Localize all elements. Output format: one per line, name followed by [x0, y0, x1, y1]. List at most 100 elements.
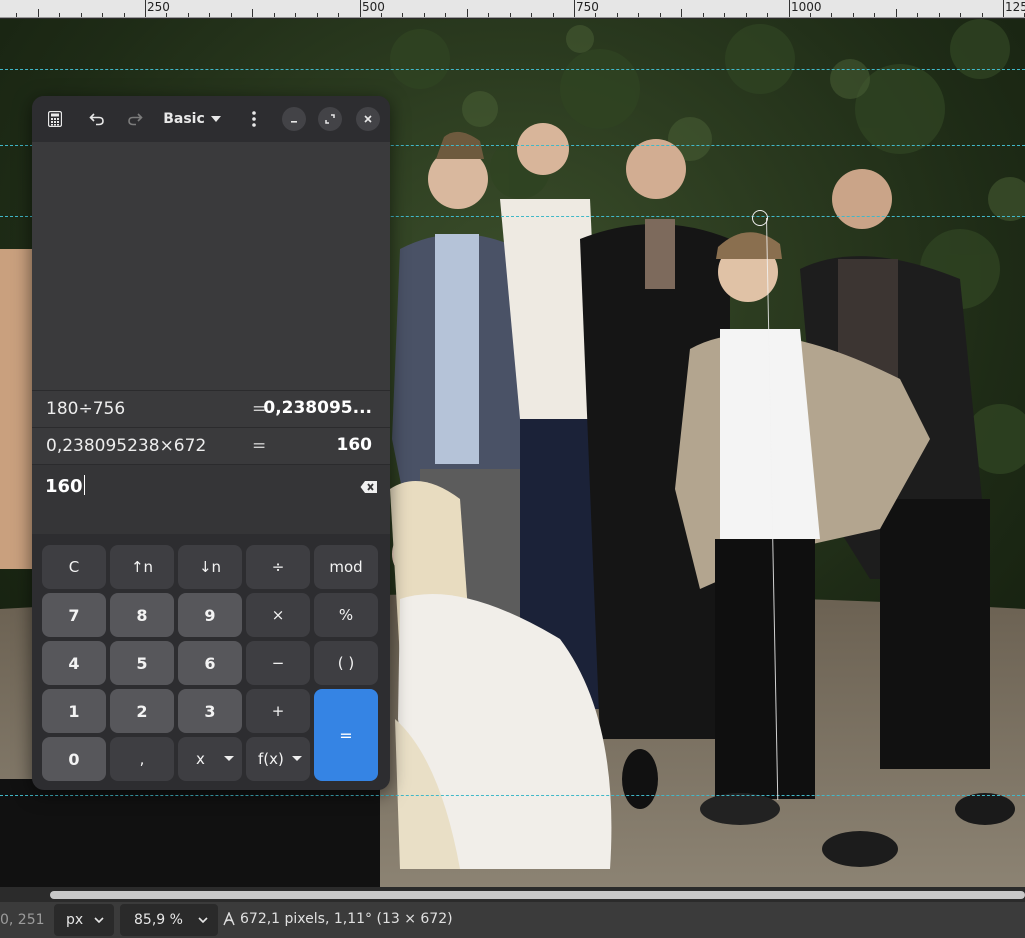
calculator-window[interactable]: Basic 180÷756 = 0,238095... 0,238095238×… [32, 96, 390, 790]
ruler-label: 750 [576, 0, 599, 14]
ruler-tick [746, 13, 747, 17]
ruler-label: 125 [1005, 0, 1025, 14]
digit-4-button[interactable]: 4 [42, 641, 106, 685]
history-result: 0,238095... [263, 398, 372, 418]
unit-selector[interactable]: px [54, 904, 114, 936]
ruler-tick [789, 0, 790, 17]
measure-icon [223, 912, 235, 926]
guide-line[interactable] [0, 69, 1025, 70]
history-expression: 0,238095238×672 [46, 436, 207, 456]
scrollbar-thumb[interactable] [50, 891, 1025, 899]
chevron-down-icon [292, 756, 302, 761]
close-icon[interactable] [356, 107, 380, 131]
ruler-label: 250 [147, 0, 170, 14]
history-equals: = [252, 436, 267, 456]
ruler-tick [574, 0, 575, 17]
digit-8-button[interactable]: 8 [110, 593, 174, 637]
digit-2-button[interactable]: 2 [110, 689, 174, 733]
redo-icon[interactable] [122, 106, 148, 132]
ruler-tick [338, 13, 339, 17]
ruler-tick [638, 13, 639, 17]
backspace-icon[interactable] [360, 479, 378, 498]
menu-icon[interactable] [244, 106, 264, 132]
maximize-icon[interactable] [318, 107, 342, 131]
ruler-tick [252, 9, 253, 17]
ruler-tick [874, 13, 875, 17]
status-bar: 0, 251 px 85,9 % 672,1 pixels, 1,11° (13… [0, 902, 1025, 938]
decimal-comma-button[interactable]: , [110, 737, 174, 781]
horizontal-ruler[interactable]: 250 500 750 1000 125 [0, 0, 1025, 18]
ruler-label: 500 [362, 0, 385, 14]
ruler-tick [467, 9, 468, 17]
history-row[interactable]: 180÷756 = 0,238095... [32, 390, 390, 427]
ruler-tick [424, 13, 425, 17]
ruler-tick [553, 13, 554, 17]
ruler-label: 1000 [791, 0, 822, 14]
ruler-tick [939, 13, 940, 17]
clear-button[interactable]: C [42, 545, 106, 589]
mode-label: Basic [163, 111, 205, 127]
ruler-tick [59, 13, 60, 17]
guide-line[interactable] [0, 795, 1025, 796]
zoom-value: 85,9 % [134, 912, 183, 928]
history-panel[interactable] [32, 142, 390, 390]
digit-5-button[interactable]: 5 [110, 641, 174, 685]
history-expression: 180÷756 [46, 399, 126, 419]
equals-button[interactable]: = [314, 689, 378, 781]
variable-label: x [196, 750, 205, 768]
digit-7-button[interactable]: 7 [42, 593, 106, 637]
zoom-selector[interactable]: 85,9 % [120, 904, 218, 936]
history-result: 160 [336, 435, 373, 455]
parentheses-button[interactable]: ( ) [314, 641, 378, 685]
horizontal-scrollbar[interactable] [0, 887, 1025, 902]
measure-handle[interactable] [752, 210, 768, 226]
variable-menu-button[interactable]: x [178, 737, 242, 781]
shift-up-button[interactable]: ↑n [110, 545, 174, 589]
ruler-tick [660, 13, 661, 17]
mod-button[interactable]: mod [314, 545, 378, 589]
ruler-tick [231, 13, 232, 17]
ruler-tick [896, 9, 897, 17]
shift-down-button[interactable]: ↓n [178, 545, 242, 589]
measure-text: 672,1 pixels, 1,11° (13 × 672) [240, 911, 453, 927]
minimize-icon[interactable] [282, 107, 306, 131]
undo-icon[interactable] [84, 106, 110, 132]
ruler-tick [488, 13, 489, 17]
ruler-tick [102, 13, 103, 17]
chevron-down-icon [224, 756, 234, 761]
subtract-button[interactable]: − [246, 641, 310, 685]
chevron-down-icon [94, 917, 104, 923]
digit-1-button[interactable]: 1 [42, 689, 106, 733]
ruler-tick [831, 13, 832, 17]
ruler-tick [317, 13, 318, 17]
digit-0-button[interactable]: 0 [42, 737, 106, 781]
function-menu-button[interactable]: f(x) [246, 737, 310, 781]
mode-selector[interactable]: Basic [160, 106, 224, 132]
digit-9-button[interactable]: 9 [178, 593, 242, 637]
ruler-tick [982, 13, 983, 17]
entry-field[interactable]: 160 [32, 464, 390, 534]
ruler-tick [510, 13, 511, 17]
ruler-tick [124, 13, 125, 17]
percent-button[interactable]: % [314, 593, 378, 637]
multiply-button[interactable]: × [246, 593, 310, 637]
pointer-coordinates: 0, 251 [0, 912, 45, 928]
history-row[interactable]: 0,238095238×672 = 160 [32, 427, 390, 464]
ruler-tick [38, 9, 39, 17]
function-label: f(x) [258, 750, 284, 768]
digit-3-button[interactable]: 3 [178, 689, 242, 733]
header-bar[interactable]: Basic [32, 96, 390, 142]
digit-6-button[interactable]: 6 [178, 641, 242, 685]
add-button[interactable]: + [246, 689, 310, 733]
divide-button[interactable]: ÷ [246, 545, 310, 589]
ruler-tick [703, 13, 704, 17]
ruler-tick [681, 9, 682, 17]
ruler-tick [917, 13, 918, 17]
ruler-tick [81, 13, 82, 17]
entry-value: 160 [45, 476, 83, 497]
ruler-tick [209, 13, 210, 17]
ruler-tick [1003, 0, 1004, 17]
unit-label: px [66, 912, 84, 928]
chevron-down-icon [198, 917, 208, 923]
chevron-down-icon [210, 116, 221, 122]
